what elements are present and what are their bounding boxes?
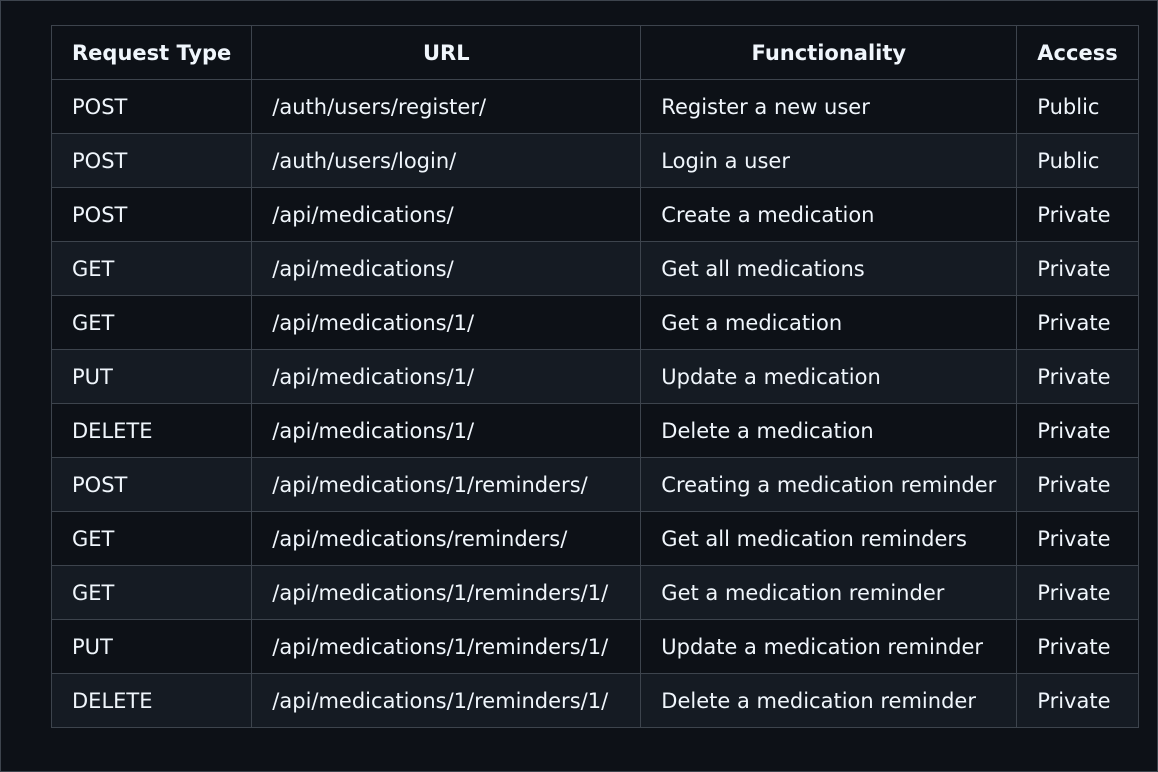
table-header: Request Type URL Functionality Access: [50, 25, 1139, 80]
table-row: GET/api/medications/reminders/Get all me…: [50, 511, 1139, 566]
cell-request-type: GET: [50, 511, 253, 566]
cell-url: /api/medications/1/reminders/1/: [251, 565, 642, 620]
cell-url: /api/medications/reminders/: [251, 511, 642, 566]
table-row: GET/api/medications/1/Get a medication Pr…: [50, 295, 1139, 350]
cell-url: /api/medications/1/: [251, 349, 642, 404]
header-url: URL: [251, 25, 642, 80]
cell-request-type: GET: [50, 565, 253, 620]
cell-access: Private: [1016, 565, 1139, 620]
table-row: PUT/api/medications/1/reminders/1/Update…: [50, 619, 1139, 674]
cell-access: Private: [1016, 673, 1139, 728]
cell-url: /api/medications/1/reminders/1/: [251, 619, 642, 674]
cell-access: Private: [1016, 295, 1139, 350]
cell-request-type: DELETE: [50, 673, 253, 728]
cell-functionality: Get all medication reminders: [640, 511, 1018, 566]
cell-request-type: POST: [50, 79, 253, 134]
cell-request-type: PUT: [50, 619, 253, 674]
cell-access: Private: [1016, 241, 1139, 296]
cell-functionality: Create a medication: [640, 187, 1018, 242]
table-row: POST/api/medications/1/reminders/Creatin…: [50, 457, 1139, 512]
api-endpoints-table: Request Type URL Functionality Access PO…: [50, 25, 1139, 728]
header-functionality: Functionality: [640, 25, 1018, 80]
cell-access: Public: [1016, 79, 1139, 134]
cell-access: Public: [1016, 133, 1139, 188]
table-body: POST/auth/users/register/Register a new …: [50, 79, 1139, 728]
cell-functionality: Delete a medication: [640, 403, 1018, 458]
cell-url: /api/medications/1/reminders/: [251, 457, 642, 512]
cell-url: /auth/users/register/: [251, 79, 642, 134]
cell-access: Private: [1016, 187, 1139, 242]
cell-functionality: Update a medication: [640, 349, 1018, 404]
cell-access: Private: [1016, 511, 1139, 566]
cell-request-type: GET: [50, 241, 253, 296]
table-row: POST/auth/users/login/Login a user Public: [50, 133, 1139, 188]
header-row: Request Type URL Functionality Access: [50, 25, 1139, 80]
table-row: DELETE/api/medications/1/Delete a medica…: [50, 403, 1139, 458]
cell-access: Private: [1016, 619, 1139, 674]
cell-request-type: DELETE: [50, 403, 253, 458]
cell-url: /api/medications/1/reminders/1/: [251, 673, 642, 728]
cell-access: Private: [1016, 457, 1139, 512]
table-row: PUT/api/medications/1/Update a medicatio…: [50, 349, 1139, 404]
cell-functionality: Get a medication: [640, 295, 1018, 350]
table-row: GET/api/medications/Get all medications P…: [50, 241, 1139, 296]
cell-access: Private: [1016, 403, 1139, 458]
cell-functionality: Update a medication reminder: [640, 619, 1018, 674]
cell-url: /api/medications/: [251, 187, 642, 242]
table-row: POST/api/medications/Create a medication…: [50, 187, 1139, 242]
cell-request-type: PUT: [50, 349, 253, 404]
cell-url: /auth/users/login/: [251, 133, 642, 188]
cell-functionality: Register a new user: [640, 79, 1018, 134]
cell-request-type: POST: [50, 187, 253, 242]
table-row: GET/api/medications/1/reminders/1/Get a …: [50, 565, 1139, 620]
cell-request-type: POST: [50, 133, 253, 188]
cell-functionality: Login a user: [640, 133, 1018, 188]
table-row: DELETE/api/medications/1/reminders/1/Del…: [50, 673, 1139, 728]
cell-functionality: Delete a medication reminder: [640, 673, 1018, 728]
cell-functionality: Creating a medication reminder: [640, 457, 1018, 512]
cell-functionality: Get all medications: [640, 241, 1018, 296]
cell-url: /api/medications/: [251, 241, 642, 296]
header-request-type: Request Type: [50, 25, 253, 80]
cell-access: Private: [1016, 349, 1139, 404]
table-row: POST/auth/users/register/Register a new …: [50, 79, 1139, 134]
cell-request-type: POST: [50, 457, 253, 512]
cell-functionality: Get a medication reminder: [640, 565, 1018, 620]
header-access: Access: [1016, 25, 1139, 80]
cell-url: /api/medications/1/: [251, 403, 642, 458]
cell-url: /api/medications/1/: [251, 295, 642, 350]
cell-request-type: GET: [50, 295, 253, 350]
